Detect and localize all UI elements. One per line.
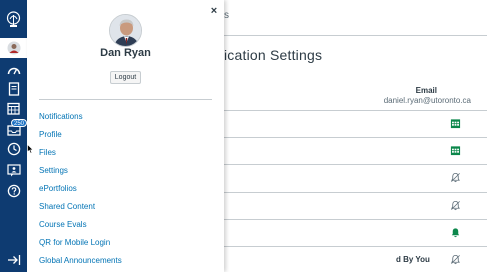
courses-icon[interactable]	[0, 79, 27, 99]
table-row	[224, 137, 487, 164]
table-row	[224, 164, 487, 191]
profile-tray: × Dan Ryan Logout Notifications Profile …	[27, 0, 224, 272]
history-icon[interactable]	[0, 139, 27, 159]
page-title: ication Settings	[224, 47, 323, 63]
email-address: daniel.ryan@utoronto.ca	[383, 96, 471, 105]
tray-link-notifications[interactable]: Notifications	[39, 108, 122, 126]
calendar-icon[interactable]	[450, 118, 462, 130]
calendar-icon[interactable]	[0, 98, 27, 118]
user-name: Dan Ryan	[100, 47, 151, 59]
logout-button[interactable]: Logout	[110, 71, 141, 84]
bell-off-icon[interactable]	[450, 200, 462, 212]
table-row	[224, 192, 487, 219]
cursor-icon	[27, 144, 34, 154]
close-icon[interactable]: ×	[208, 5, 220, 19]
account-icon[interactable]	[0, 38, 27, 58]
calendar-icon[interactable]	[450, 145, 462, 157]
inbox-badge: 250	[11, 119, 28, 127]
tray-link-settings[interactable]: Settings	[39, 162, 122, 180]
row-label: d By You	[396, 255, 430, 264]
tray-link-eportfolios[interactable]: ePortfolios	[39, 180, 122, 198]
tray-link-course-evals[interactable]: Course Evals	[39, 216, 122, 234]
dashboard-icon[interactable]	[0, 60, 27, 80]
global-navigation: 250	[0, 0, 28, 272]
app-window: s ication Settings Email daniel.ryan@uto…	[0, 0, 499, 272]
logo-icon[interactable]	[0, 9, 27, 31]
table-row	[224, 110, 487, 137]
bell-off-icon[interactable]	[450, 254, 462, 266]
breadcrumb-divider	[224, 35, 487, 36]
tray-link-profile[interactable]: Profile	[39, 126, 122, 144]
collapse-icon[interactable]	[0, 250, 27, 270]
avatar	[109, 14, 142, 47]
table-row	[224, 219, 487, 246]
tray-links: Notifications Profile Files Settings ePo…	[39, 108, 122, 270]
bell-icon[interactable]	[450, 227, 462, 239]
tray-link-files[interactable]: Files	[39, 144, 122, 162]
table-row: d By You	[224, 246, 487, 272]
tray-link-global-announcements[interactable]: Global Announcements	[39, 252, 122, 270]
tray-divider	[39, 99, 212, 100]
commons-icon[interactable]	[0, 160, 27, 180]
tray-link-qr-mobile-login[interactable]: QR for Mobile Login	[39, 234, 122, 252]
breadcrumb[interactable]: s	[224, 10, 229, 21]
bell-off-icon[interactable]	[450, 172, 462, 184]
help-icon[interactable]	[0, 181, 27, 201]
tray-link-shared-content[interactable]: Shared Content	[39, 198, 122, 216]
email-column-header: Email	[415, 86, 437, 95]
